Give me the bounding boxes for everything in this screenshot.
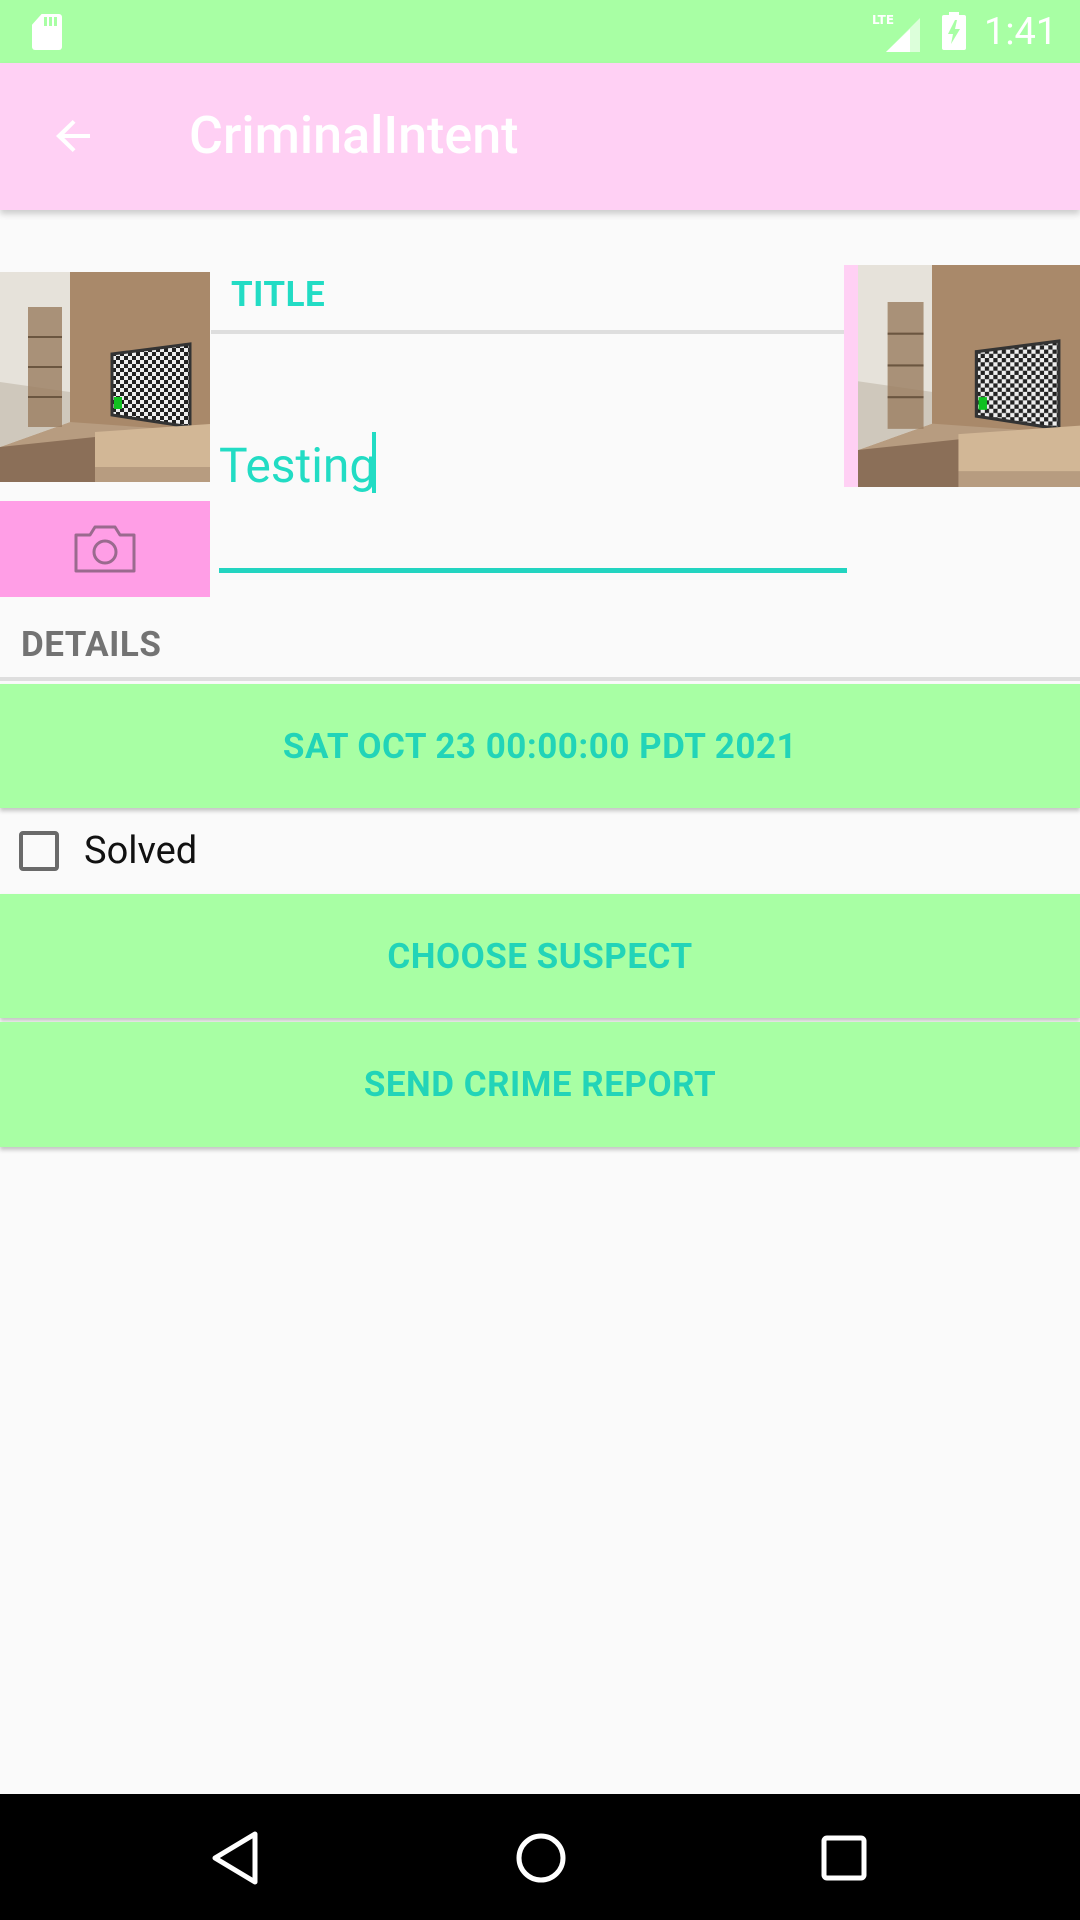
app-title: CriminalIntent (189, 105, 519, 166)
crime-title-input[interactable] (219, 430, 849, 500)
title-label: TITLE (231, 274, 326, 315)
app-bar: CriminalIntent (0, 63, 1080, 210)
room-photo-image (0, 272, 210, 482)
room-photo-image (858, 265, 1080, 487)
nav-back-icon[interactable] (205, 1828, 265, 1888)
back-button[interactable] (26, 95, 122, 177)
title-divider (211, 330, 844, 334)
lte-signal-icon: LTE (872, 13, 920, 52)
crime-photo-thumbnail[interactable] (858, 265, 1080, 487)
text-cursor (372, 432, 376, 493)
nav-home-icon[interactable] (511, 1828, 571, 1888)
solved-label: Solved (84, 829, 198, 873)
battery-charging-icon (942, 12, 966, 50)
arrow-back-icon (56, 120, 90, 152)
status-bar: LTE 1:41 (0, 0, 1080, 63)
nav-recents-icon[interactable] (814, 1828, 874, 1888)
choose-suspect-button[interactable]: CHOOSE SUSPECT (0, 894, 1080, 1018)
title-input-underline (219, 568, 847, 573)
crime-date-button[interactable]: SAT OCT 23 00:00:00 PDT 2021 (0, 684, 1080, 808)
details-label: DETAILS (21, 624, 162, 665)
details-divider (0, 677, 1080, 681)
sd-card-icon (32, 14, 62, 50)
camera-button[interactable] (0, 501, 210, 597)
svg-text:LTE: LTE (872, 13, 894, 27)
send-crime-report-button[interactable]: SEND CRIME REPORT (0, 1022, 1080, 1147)
camera-icon (74, 525, 136, 573)
status-clock: 1:41 (984, 10, 1058, 54)
solved-checkbox[interactable] (19, 831, 59, 871)
crime-photo (0, 272, 210, 482)
solved-checkbox-row[interactable]: Solved (0, 812, 300, 890)
